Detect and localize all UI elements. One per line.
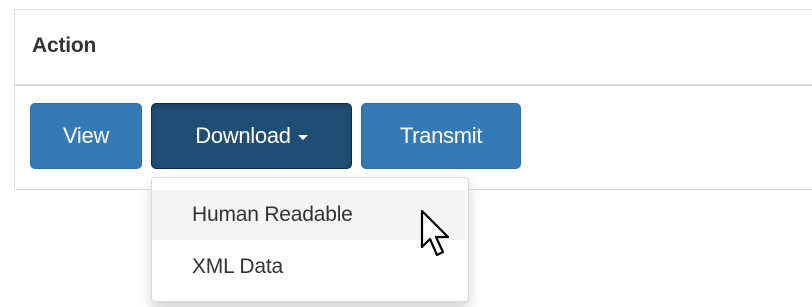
download-dropdown-menu: Human Readable XML Data [151,177,469,302]
table-header-row: Action [14,9,812,86]
caret-down-icon [297,134,308,140]
transmit-button[interactable]: Transmit [361,103,521,169]
menu-item-xml-data[interactable]: XML Data [152,242,468,292]
action-column-header: Action [32,34,97,57]
view-button-label: View [62,123,110,148]
menu-item-human-readable[interactable]: Human Readable [152,190,468,240]
menu-item-label: Human Readable [192,203,353,226]
download-button-label: Download [195,123,291,148]
download-dropdown-button[interactable]: Download [151,103,352,169]
transmit-button-label: Transmit [399,123,483,148]
view-button[interactable]: View [30,103,142,169]
menu-item-label: XML Data [192,255,283,278]
